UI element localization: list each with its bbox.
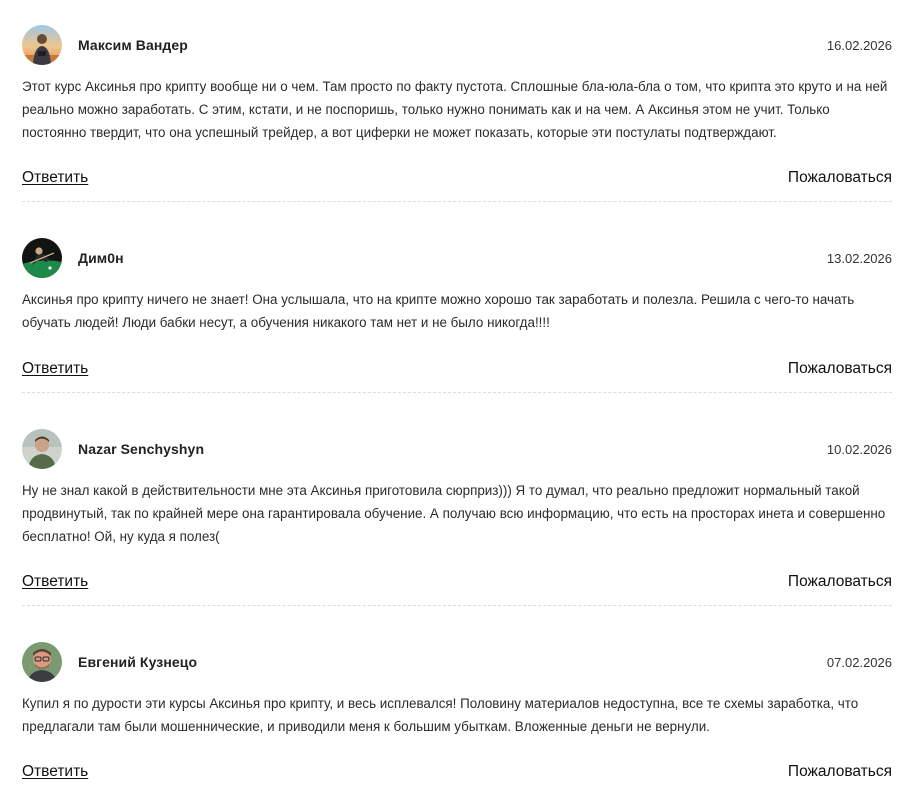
comment-item: Максим Вандер 16.02.2026 Этот курс Аксин…: [22, 24, 892, 202]
comment-author: Максим Вандер: [78, 37, 188, 53]
comments-list: Максим Вандер 16.02.2026 Этот курс Аксин…: [22, 24, 892, 781]
comment-date: 10.02.2026: [826, 441, 892, 457]
report-button[interactable]: Пожаловаться: [788, 573, 892, 591]
comment-actions: Ответить Пожаловаться: [22, 573, 892, 591]
comment-header: Максим Вандер 16.02.2026: [22, 24, 892, 66]
comment-author: Дим0н: [78, 250, 124, 266]
reply-button[interactable]: Ответить: [22, 573, 88, 591]
comment-item: Дим0н 13.02.2026 Аксинья про крипту ниче…: [22, 237, 892, 393]
comment-date: 16.02.2026: [826, 37, 892, 53]
comment-actions: Ответить Пожаловаться: [22, 763, 892, 781]
comment-author: Nazar Senchyshyn: [78, 441, 205, 457]
comment-header: Евгений Кузнецо 07.02.2026: [22, 641, 892, 683]
user-photo-icon: [22, 429, 62, 469]
user-photo-icon: [22, 642, 62, 682]
comment-divider: [22, 201, 892, 202]
avatar: [22, 429, 62, 469]
report-button[interactable]: Пожаловаться: [788, 169, 892, 187]
comment-item: Nazar Senchyshyn 10.02.2026 Ну не знал к…: [22, 428, 892, 606]
comment-date: 07.02.2026: [826, 654, 892, 670]
avatar: [22, 25, 62, 65]
avatar: [22, 238, 62, 278]
report-button[interactable]: Пожаловаться: [788, 360, 892, 378]
reply-button[interactable]: Ответить: [22, 169, 88, 187]
comment-text: Купил я по дурости эти курсы Аксинья про…: [22, 696, 859, 734]
comment-divider: [22, 605, 892, 606]
comment-header: Nazar Senchyshyn 10.02.2026: [22, 428, 892, 470]
comment-author: Евгений Кузнецо: [78, 654, 198, 670]
comment-header: Дим0н 13.02.2026: [22, 237, 892, 279]
reply-button[interactable]: Ответить: [22, 763, 88, 781]
comment-item: Евгений Кузнецо 07.02.2026 Купил я по ду…: [22, 641, 892, 781]
comment-date: 13.02.2026: [826, 250, 892, 266]
report-button[interactable]: Пожаловаться: [788, 763, 892, 781]
comment-actions: Ответить Пожаловаться: [22, 169, 892, 187]
comment-text: Ну не знал какой в действительности мне …: [22, 483, 886, 544]
avatar: [22, 642, 62, 682]
comment-text: Аксинья про крипту ничего не знает! Она …: [22, 292, 855, 330]
comment-actions: Ответить Пожаловаться: [22, 360, 892, 378]
comment-divider: [22, 392, 892, 393]
user-photo-icon: [22, 238, 62, 278]
reply-button[interactable]: Ответить: [22, 360, 88, 378]
comment-text: Этот курс Аксинья про крипту вообще ни о…: [22, 79, 888, 140]
user-photo-icon: [22, 25, 62, 65]
